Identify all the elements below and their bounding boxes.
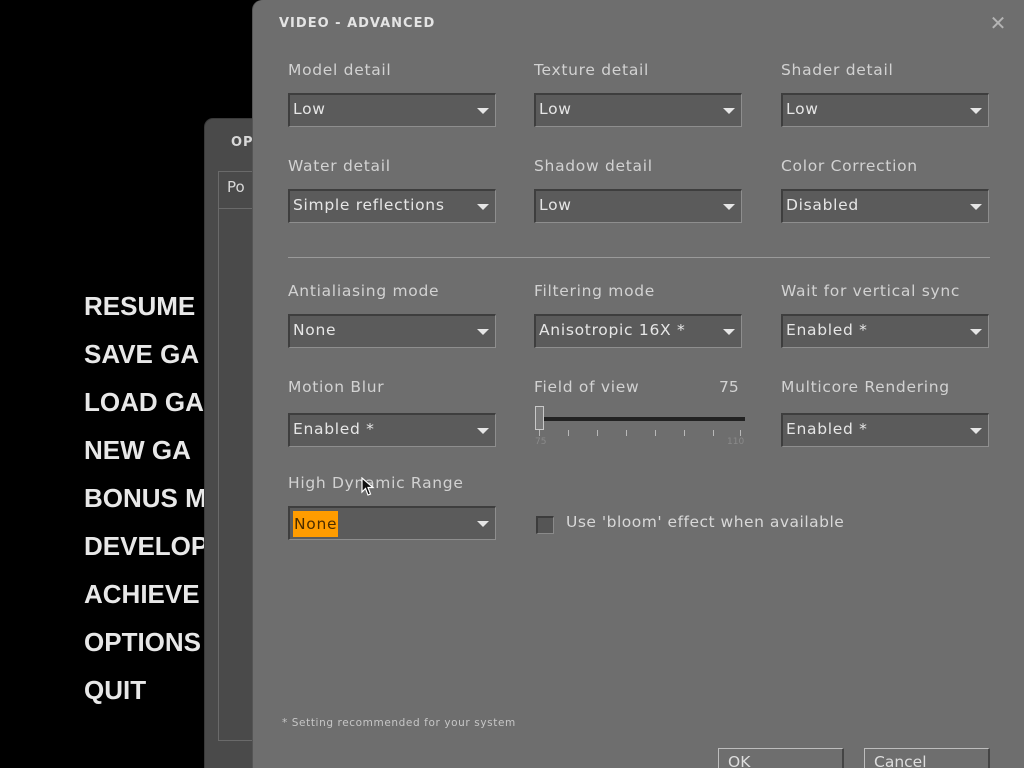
menu-item-quit[interactable]: QUIT [84, 672, 208, 720]
vsync-value: Enabled * [786, 321, 868, 339]
menu-item-save-game[interactable]: SAVE GA [84, 336, 208, 384]
shadow-detail-value: Low [539, 196, 572, 214]
filtering-mode-label: Filtering mode [534, 282, 656, 300]
menu-item-resume[interactable]: RESUME [84, 288, 208, 336]
bloom-checkbox[interactable] [536, 516, 554, 534]
menu-item-load-game[interactable]: LOAD GA [84, 384, 208, 432]
cancel-button[interactable]: Cancel [864, 748, 990, 768]
antialiasing-mode-label: Antialiasing mode [288, 282, 440, 300]
chevron-down-icon [723, 329, 735, 335]
menu-item-options[interactable]: OPTIONS [84, 624, 208, 672]
filtering-mode-value: Anisotropic 16X * [539, 321, 686, 339]
chevron-down-icon [477, 521, 489, 527]
slider-tick [655, 430, 656, 436]
hdr-dropdown[interactable]: None [288, 506, 496, 540]
shadow-detail-dropdown[interactable]: Low [534, 189, 742, 223]
water-detail-value: Simple reflections [293, 196, 445, 214]
menu-item-developer[interactable]: DEVELOP [84, 528, 208, 576]
motion-blur-label: Motion Blur [288, 378, 385, 396]
slider-tick [568, 430, 569, 436]
antialiasing-mode-dropdown[interactable]: None [288, 314, 496, 348]
color-correction-dropdown[interactable]: Disabled [781, 189, 989, 223]
chevron-down-icon [970, 428, 982, 434]
multicore-rendering-value: Enabled * [786, 420, 868, 438]
options-window-title: OP [231, 135, 254, 150]
filtering-mode-dropdown[interactable]: Anisotropic 16X * [534, 314, 742, 348]
chevron-down-icon [970, 329, 982, 335]
multicore-rendering-label: Multicore Rendering [781, 378, 950, 396]
color-correction-value: Disabled [786, 196, 859, 214]
shadow-detail-label: Shadow detail [534, 157, 653, 175]
shader-detail-dropdown[interactable]: Low [781, 93, 989, 127]
water-detail-label: Water detail [288, 157, 391, 175]
slider-tick [684, 430, 685, 436]
chevron-down-icon [477, 428, 489, 434]
field-of-view-label: Field of view [534, 378, 640, 396]
model-detail-dropdown[interactable]: Low [288, 93, 496, 127]
multicore-rendering-dropdown[interactable]: Enabled * [781, 413, 989, 447]
chevron-down-icon [723, 204, 735, 210]
field-of-view-slider[interactable]: 75 110 [535, 404, 745, 452]
vsync-label: Wait for vertical sync [781, 282, 961, 300]
chevron-down-icon [477, 108, 489, 114]
texture-detail-label: Texture detail [534, 61, 650, 79]
antialiasing-mode-value: None [293, 321, 337, 339]
menu-item-new-game[interactable]: NEW GA [84, 432, 208, 480]
slider-track [535, 417, 745, 421]
color-correction-label: Color Correction [781, 157, 918, 175]
bloom-checkbox-label[interactable]: Use 'bloom' effect when available [566, 513, 844, 531]
menu-item-bonus-maps[interactable]: BONUS M [84, 480, 208, 528]
model-detail-value: Low [293, 100, 326, 118]
section-divider [288, 257, 990, 258]
motion-blur-dropdown[interactable]: Enabled * [288, 413, 496, 447]
shader-detail-value: Low [786, 100, 819, 118]
slider-tick [740, 430, 741, 436]
menu-item-achievements[interactable]: ACHIEVE [84, 576, 208, 624]
hdr-label: High Dynamic Range [288, 474, 464, 492]
shader-detail-label: Shader detail [781, 61, 894, 79]
model-detail-label: Model detail [288, 61, 392, 79]
chevron-down-icon [970, 204, 982, 210]
slider-tick [539, 430, 540, 436]
main-menu: RESUME SAVE GA LOAD GA NEW GA BONUS M DE… [84, 288, 208, 720]
hdr-value: None [293, 511, 339, 537]
dialog-title: VIDEO - ADVANCED [279, 16, 436, 31]
water-detail-dropdown[interactable]: Simple reflections [288, 189, 496, 223]
chevron-down-icon [477, 204, 489, 210]
game-screen: RESUME SAVE GA LOAD GA NEW GA BONUS M DE… [0, 0, 1024, 768]
mouse-cursor-icon [361, 477, 375, 496]
motion-blur-value: Enabled * [293, 420, 375, 438]
texture-detail-value: Low [539, 100, 572, 118]
chevron-down-icon [723, 108, 735, 114]
field-of-view-value: 75 [719, 378, 739, 396]
slider-max-label: 110 [727, 437, 745, 447]
chevron-down-icon [970, 108, 982, 114]
ok-button[interactable]: OK [718, 748, 844, 768]
close-icon[interactable]: ✕ [989, 13, 1007, 33]
slider-min-label: 75 [535, 437, 547, 447]
chevron-down-icon [477, 329, 489, 335]
video-advanced-dialog: VIDEO - ADVANCED ✕ Model detail Low Text… [253, 0, 1024, 768]
texture-detail-dropdown[interactable]: Low [534, 93, 742, 127]
slider-tick [626, 430, 627, 436]
slider-thumb[interactable] [535, 406, 544, 430]
recommended-footnote: * Setting recommended for your system [282, 717, 516, 729]
slider-tick [713, 430, 714, 436]
slider-tick [597, 430, 598, 436]
vsync-dropdown[interactable]: Enabled * [781, 314, 989, 348]
